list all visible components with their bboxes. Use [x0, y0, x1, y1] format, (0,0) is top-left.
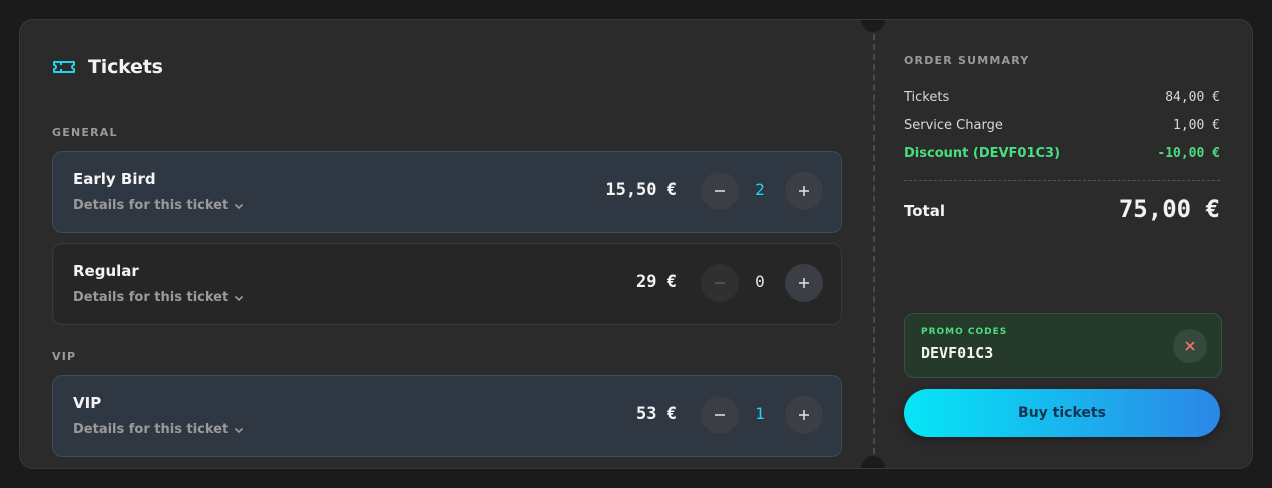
minus-icon — [715, 190, 725, 192]
summary-row-tickets: Tickets 84,00 € — [904, 90, 1220, 105]
summary-row-label: Service Charge — [904, 118, 1003, 133]
ticket-details-toggle[interactable]: Details for this ticket — [73, 198, 244, 213]
decrease-quantity-button[interactable] — [701, 264, 739, 302]
summary-row-discount: Discount (DEVF01C3) -10,00 € — [904, 146, 1220, 161]
perforation-divider — [873, 34, 875, 454]
summary-row-value: 84,00 € — [1165, 90, 1220, 105]
ticket-card-regular: Regular Details for this ticket 29 € 0 — [52, 243, 842, 325]
ticket-details-label: Details for this ticket — [73, 422, 229, 437]
increase-quantity-button[interactable] — [785, 172, 823, 210]
group-label-vip: VIP — [52, 350, 77, 363]
tickets-heading: Tickets — [52, 55, 163, 79]
page-title: Tickets — [88, 56, 163, 78]
summary-row-service-charge: Service Charge 1,00 € — [904, 118, 1220, 133]
summary-row-value: -10,00 € — [1157, 146, 1220, 161]
ticket-card-early-bird: Early Bird Details for this ticket 15,50… — [52, 151, 842, 233]
close-icon — [1185, 341, 1195, 351]
chevron-down-icon — [235, 203, 244, 209]
remove-promo-button[interactable] — [1173, 329, 1207, 363]
ticket-card: Tickets GENERAL Early Bird Details for t… — [19, 19, 1253, 469]
ticket-name: Regular — [73, 262, 139, 280]
promo-code-box: PROMO CODES DEVF01C3 — [904, 313, 1222, 378]
ticket-name: VIP — [73, 394, 102, 412]
ticket-details-label: Details for this ticket — [73, 290, 229, 305]
ticket-quantity: 2 — [755, 180, 765, 199]
ticket-quantity: 1 — [755, 404, 765, 423]
ticket-card-vip: VIP Details for this ticket 53 € 1 — [52, 375, 842, 457]
ticket-price: 29 € — [636, 272, 677, 292]
ticket-details-toggle[interactable]: Details for this ticket — [73, 422, 244, 437]
plus-icon — [799, 278, 809, 288]
ticket-notch-bottom — [861, 456, 885, 468]
chevron-down-icon — [235, 427, 244, 433]
ticket-price: 53 € — [636, 404, 677, 424]
total-value: 75,00 € — [1118, 195, 1220, 223]
total-label: Total — [904, 202, 945, 220]
promo-codes-label: PROMO CODES — [921, 327, 1008, 337]
ticket-quantity: 0 — [755, 272, 765, 291]
ticket-details-toggle[interactable]: Details for this ticket — [73, 290, 244, 305]
chevron-down-icon — [235, 295, 244, 301]
order-summary-title: ORDER SUMMARY — [904, 54, 1030, 67]
ticket-details-label: Details for this ticket — [73, 198, 229, 213]
plus-icon — [799, 186, 809, 196]
decrease-quantity-button[interactable] — [701, 172, 739, 210]
increase-quantity-button[interactable] — [785, 264, 823, 302]
decrease-quantity-button[interactable] — [701, 396, 739, 434]
summary-divider — [904, 180, 1220, 181]
increase-quantity-button[interactable] — [785, 396, 823, 434]
buy-tickets-button[interactable]: Buy tickets — [904, 389, 1220, 437]
minus-icon — [715, 282, 725, 284]
summary-row-label: Discount (DEVF01C3) — [904, 146, 1061, 161]
ticket-icon — [53, 61, 75, 73]
summary-row-value: 1,00 € — [1173, 118, 1220, 133]
plus-icon — [799, 410, 809, 420]
ticket-notch-top — [861, 20, 885, 32]
group-label-general: GENERAL — [52, 126, 118, 139]
ticket-price: 15,50 € — [605, 180, 677, 200]
summary-row-label: Tickets — [904, 90, 950, 105]
applied-promo-code: DEVF01C3 — [921, 344, 994, 362]
ticket-name: Early Bird — [73, 170, 156, 188]
minus-icon — [715, 414, 725, 416]
